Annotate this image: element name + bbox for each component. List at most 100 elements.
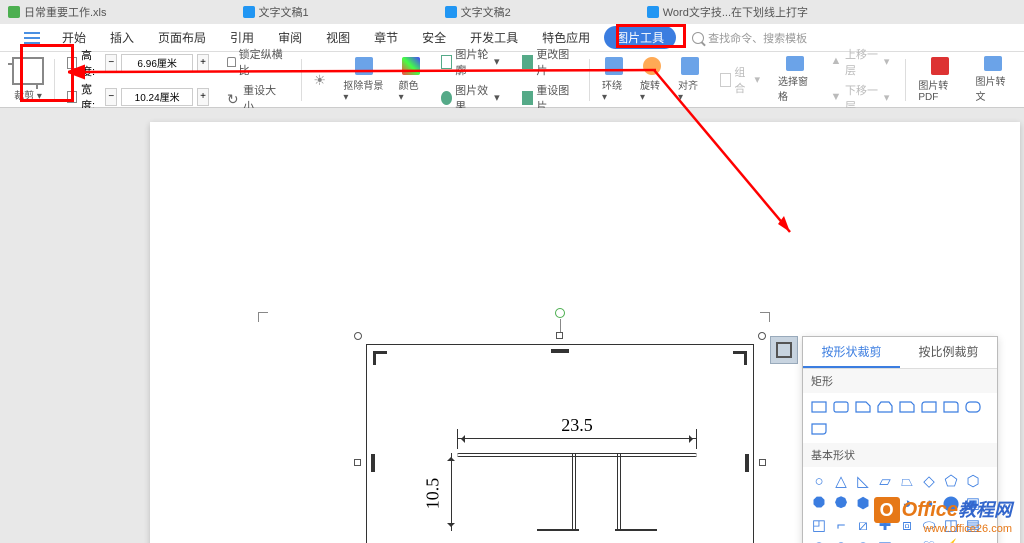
change-icon [522, 55, 534, 69]
crop-icon [776, 342, 792, 358]
removebg-icon [355, 57, 373, 75]
lock-reset-group: 锁定纵横比 重设大小 [217, 56, 295, 103]
width-icon [67, 91, 77, 103]
rotate-btn[interactable]: 旋转 ▾ [634, 56, 670, 103]
shape-smiley[interactable]: ☺ [897, 537, 917, 543]
cat-basic: 基本形状 [803, 443, 997, 467]
crop-button[interactable]: 裁剪 ▾ [8, 53, 48, 106]
crop-corner-tl[interactable] [373, 351, 387, 365]
shape-round1[interactable] [941, 397, 961, 417]
width-minus[interactable]: − [105, 88, 117, 106]
tab-doc3[interactable]: Word文字技...在下划线上打字 [639, 2, 816, 22]
cat-rect: 矩形 [803, 369, 997, 393]
menu-picture-tools[interactable]: 图片工具 [604, 26, 676, 49]
height-input[interactable] [121, 54, 193, 72]
shape-decagon[interactable]: ⬢ [853, 493, 873, 513]
search-icon [692, 32, 704, 44]
crop-panel-toggle[interactable] [770, 336, 798, 364]
shape-halfframe[interactable]: ◰ [809, 515, 829, 535]
shape-noSymbol[interactable]: ⊘ [831, 537, 851, 543]
sel-handle-r[interactable] [759, 459, 766, 466]
pin-btn[interactable]: ☀ [307, 56, 335, 103]
tab-doc2[interactable]: 文字文稿2 [437, 2, 519, 22]
shape-octagon[interactable]: ⯄ [831, 493, 851, 513]
sel-handle-l[interactable] [354, 459, 361, 466]
shape-triangle[interactable]: △ [831, 471, 851, 491]
tab-xls[interactable]: 日常重要工作.xls [0, 2, 115, 22]
menu-chapter[interactable]: 章节 [364, 25, 408, 50]
group-btn: 组合 ▾ [716, 62, 764, 98]
shape-round2[interactable] [963, 397, 983, 417]
change-reset-group: 更改图片 重设图片 [512, 56, 584, 103]
crop-edge-t[interactable] [551, 349, 569, 353]
shape-blockArc[interactable]: ◠ [853, 537, 873, 543]
sel-handle-t[interactable] [556, 332, 563, 339]
rotate-handle[interactable] [555, 308, 565, 318]
remove-bg[interactable]: 抠除背景 ▾ [337, 56, 390, 103]
rect-shapes [803, 393, 997, 443]
effects-icon [441, 91, 452, 105]
outline-effects-group: 图片轮廓 ▾ 图片效果 ▾ [431, 56, 510, 103]
color-icon [402, 57, 420, 75]
shape-hexagon[interactable]: ⬡ [963, 471, 983, 491]
align-btn[interactable]: 对齐 ▾ [672, 56, 708, 103]
color-btn[interactable]: 颜色 ▾ [393, 56, 429, 103]
shape-parallelogram[interactable]: ▱ [875, 471, 895, 491]
shape-lframe[interactable]: ⌐ [831, 515, 851, 535]
crop-icon [12, 57, 44, 85]
height-minus[interactable]: − [105, 54, 117, 72]
shape-sun[interactable]: ☼ [963, 537, 983, 543]
shape-snipround[interactable] [919, 397, 939, 417]
shape-pentagon[interactable]: ⬠ [941, 471, 961, 491]
selection-pane-btn[interactable]: 选择窗格 [772, 56, 819, 103]
hamburger-icon[interactable] [24, 32, 40, 44]
selpane-icon [786, 56, 804, 71]
group-icon [720, 73, 731, 87]
shape-snip2[interactable] [875, 397, 895, 417]
tab-doc1[interactable]: 文字文稿1 [235, 2, 317, 22]
pic-to-text[interactable]: 图片转文 [969, 56, 1016, 103]
shape-diagstripe[interactable]: ⧄ [853, 515, 873, 535]
height-label: 高度: [81, 47, 101, 79]
wrap-icon [605, 57, 623, 75]
height-plus[interactable]: + [197, 54, 209, 72]
tab-crop-by-ratio[interactable]: 按比例裁剪 [900, 337, 997, 368]
shape-foldedCorner[interactable]: ◱ [875, 537, 895, 543]
command-search[interactable]: 查找命令、搜索模板 [692, 30, 807, 46]
shape-lightning[interactable]: ⚡ [941, 537, 961, 543]
shape-rtriangle[interactable]: ◺ [853, 471, 873, 491]
image-content: 23.5 10.5 [366, 344, 754, 543]
lock-ratio[interactable]: 锁定纵横比 [223, 44, 289, 80]
shape-round-rect[interactable] [831, 397, 851, 417]
selected-image[interactable]: 23.5 10.5 [358, 336, 762, 543]
watermark-url: www.office26.com [874, 523, 1012, 535]
pic-to-pdf[interactable]: 图片转PDF [912, 56, 967, 103]
shape-trapezoid[interactable]: ⏢ [897, 471, 917, 491]
crop-edge-r[interactable] [745, 454, 749, 472]
technical-drawing: 23.5 10.5 [417, 415, 707, 543]
tab-crop-by-shape[interactable]: 按形状裁剪 [803, 337, 900, 368]
document-area: 23.5 10.5 按形状裁剪 按比例裁 [0, 108, 1024, 543]
menu-view[interactable]: 视图 [316, 25, 360, 50]
shape-round3[interactable] [809, 419, 829, 439]
sel-handle-tr[interactable] [758, 332, 766, 340]
height-icon [67, 57, 77, 69]
width-input[interactable] [121, 88, 193, 106]
wrap-btn[interactable]: 环绕 ▾ [596, 56, 632, 103]
picture-outline[interactable]: 图片轮廓 ▾ [437, 44, 504, 80]
crop-edge-l[interactable] [371, 454, 375, 472]
shape-snip3[interactable] [897, 397, 917, 417]
shape-oval[interactable]: ○ [809, 471, 829, 491]
shape-heart[interactable]: ♡ [919, 537, 939, 543]
shape-heptagon[interactable]: ⯃ [809, 493, 829, 513]
watermark: OOffice教程网 www.office26.com [874, 496, 1012, 536]
shape-rect[interactable] [809, 397, 829, 417]
sel-handle-tl[interactable] [354, 332, 362, 340]
change-picture[interactable]: 更改图片 [518, 44, 578, 80]
shape-donut[interactable]: ◎ [809, 537, 829, 543]
shape-diamond[interactable]: ◇ [919, 471, 939, 491]
down-icon: ▼ [831, 91, 842, 105]
crop-corner-tr[interactable] [733, 351, 747, 365]
width-plus[interactable]: + [197, 88, 209, 106]
shape-snip1[interactable] [853, 397, 873, 417]
